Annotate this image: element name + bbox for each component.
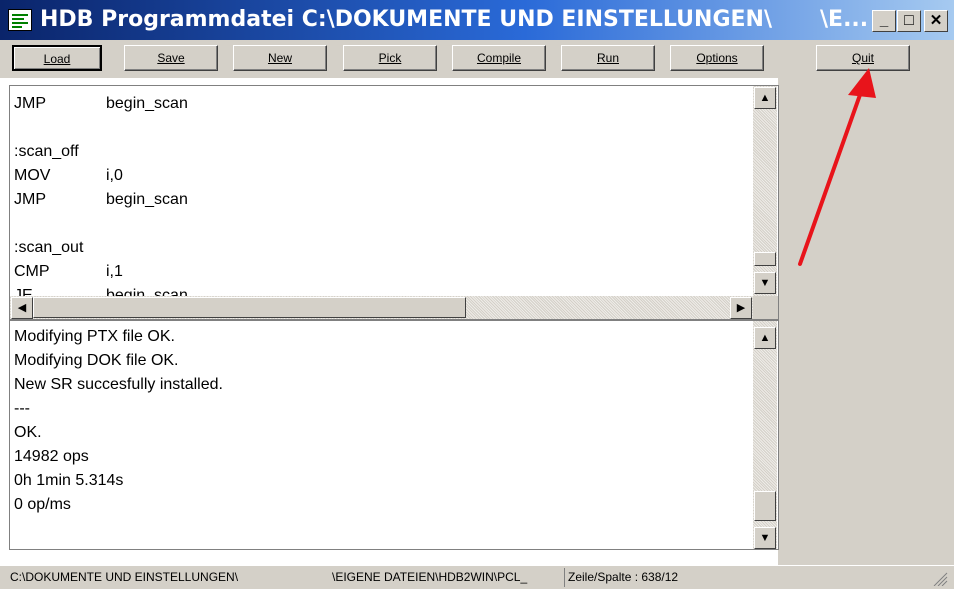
load-button[interactable]: Load (12, 45, 102, 71)
scroll-left-icon[interactable]: ◀ (11, 297, 33, 319)
resize-grip-icon[interactable] (930, 570, 948, 587)
output-line: 0 op/ms (14, 496, 71, 513)
editor-line: JMP begin_scan (14, 191, 188, 208)
code-editor[interactable]: JMP begin_scan :scan_off MOV i,0 JMP begin_… (9, 85, 779, 320)
output-line: --- (14, 400, 30, 417)
pick-button[interactable]: Pick (343, 45, 437, 71)
output-line: Modifying PTX file OK. (14, 328, 175, 345)
scrollbar-corner (753, 296, 778, 319)
editor-line: :scan_out (14, 239, 84, 256)
editor-line: :scan_off (14, 143, 79, 160)
output-line: OK. (14, 424, 42, 441)
status-divider (564, 568, 565, 587)
output-line: 0h 1min 5.314s (14, 472, 124, 489)
status-path-left: C:\DOKUMENTE UND EINSTELLUNGEN\ (10, 570, 239, 584)
output-scroll-thumb[interactable] (754, 491, 776, 521)
output-line: New SR succesfully installed. (14, 376, 223, 393)
scroll-down-icon[interactable]: ▼ (754, 272, 776, 294)
app-icon[interactable] (8, 9, 32, 31)
scroll-right-icon[interactable]: ▶ (730, 297, 752, 319)
editor-hscroll-thumb[interactable] (33, 297, 466, 318)
editor-line: MOV i,0 (14, 167, 123, 184)
maximize-button[interactable]: □ (897, 10, 921, 32)
output-console[interactable]: Modifying PTX file OK. Modifying DOK fil… (9, 320, 779, 550)
editor-scroll-thumb[interactable] (754, 252, 776, 266)
output-lines: Modifying PTX file OK. Modifying DOK fil… (10, 325, 745, 517)
side-panel (778, 78, 954, 571)
window-title: HDB Programmdatei C:\DOKUMENTE UND EINST… (40, 7, 772, 32)
status-path-right: \EIGENE DATEIEN\HDB2WIN\PCL_ (332, 570, 528, 584)
save-button[interactable]: Save (124, 45, 218, 71)
window-title-tail: \E... (820, 7, 869, 32)
editor-line: JMP begin_scan (14, 95, 188, 112)
status-position: Zeile/Spalte : 638/12 (568, 570, 679, 584)
close-button[interactable]: ✕ (924, 10, 948, 32)
options-button[interactable]: Options (670, 45, 764, 71)
scroll-up-icon[interactable]: ▲ (754, 87, 776, 109)
compile-button[interactable]: Compile (452, 45, 546, 71)
new-button[interactable]: New (233, 45, 327, 71)
output-line: Modifying DOK file OK. (14, 352, 179, 369)
scroll-up-icon[interactable]: ▲ (754, 327, 776, 349)
run-button[interactable]: Run (561, 45, 655, 71)
scroll-down-icon[interactable]: ▼ (754, 527, 776, 549)
editor-lines: JMP begin_scan :scan_off MOV i,0 JMP begin_… (14, 92, 749, 308)
output-line: 14982 ops (14, 448, 89, 465)
editor-line: CMP i,1 (14, 263, 123, 280)
minimize-button[interactable]: _ (872, 10, 896, 32)
quit-button[interactable]: Quit (816, 45, 910, 71)
